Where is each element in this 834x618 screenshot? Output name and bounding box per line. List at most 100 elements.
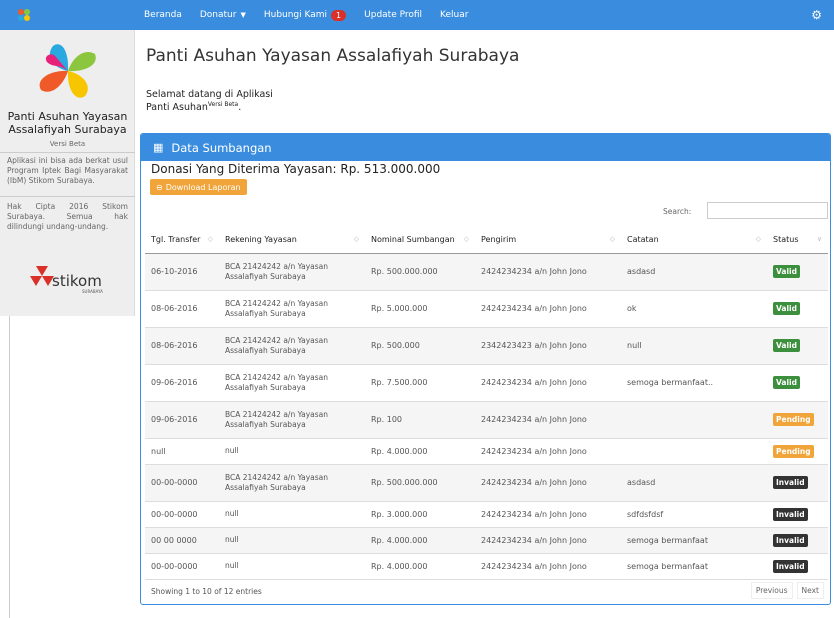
cell-pengirim-text: 2424234234 a/n John Jono [481, 304, 587, 313]
table-body: 06-10-2016 BCA 21424242 a/n Yayasan Assal… [145, 253, 828, 580]
cell-nominal: Rp. 500.000.000 [365, 464, 475, 502]
cell-catatan: asdasd [621, 253, 767, 291]
table-icon: ▦ [153, 141, 164, 154]
flower-logo-icon [39, 44, 96, 98]
cell-rekening-text: null [225, 446, 239, 455]
cell-nominal: Rp. 500.000.000 [365, 253, 475, 291]
status-badge: Valid [773, 265, 800, 278]
cell-nominal: Rp. 4.000.000 [365, 527, 475, 554]
status-badge: Valid [773, 302, 800, 315]
next-page-button[interactable]: Next [796, 582, 824, 599]
cell-pengirim: 2424234234 a/n John Jono [475, 501, 621, 528]
cell-catatan: null [621, 327, 767, 365]
cell-tgl-transfer: 00-00-0000 [145, 464, 219, 502]
sidebar: Panti Asuhan Yayasan Assalafiyah Surabay… [0, 30, 135, 316]
brand-logo[interactable] [0, 0, 135, 30]
cell-tgl-transfer: null [145, 438, 219, 465]
status-badge: Invalid [773, 559, 808, 573]
cell-status: Invalid [767, 527, 828, 554]
cell-rekening-text: BCA 21424242 a/n Yayasan Assalafiyah Sur… [225, 372, 329, 392]
cell-rekening: BCA 21424242 a/n Yayasan Assalafiyah Sur… [219, 290, 365, 328]
status-badge: Pending [773, 444, 814, 458]
cell-nominal-text: Rp. 7.500.000 [371, 378, 428, 387]
table-row: 08-06-2016 BCA 21424242 a/n Yayasan Assal… [145, 290, 828, 328]
sidebar-divider [0, 196, 135, 197]
cell-nominal-text: Rp. 500.000.000 [371, 267, 438, 276]
column-header-status[interactable]: Status ∨ [767, 227, 828, 254]
cell-nominal: Rp. 4.000.000 [365, 553, 475, 580]
cell-nominal: Rp. 4.000.000 [365, 438, 475, 465]
nav-keluar-label: Keluar [440, 10, 469, 20]
cell-pengirim-text: 2342423423 a/n John Jono [481, 341, 587, 350]
cell-rekening: BCA 21424242 a/n Yayasan Assalafiyah Sur… [219, 464, 365, 502]
status-badge: Invalid [773, 533, 808, 547]
cell-tgl-transfer: 09-06-2016 [145, 364, 219, 402]
column-header-nominal[interactable]: Nominal Sumbangan ◇ [365, 227, 475, 254]
download-report-button[interactable]: ⊖ Download Laporan [150, 179, 247, 195]
cell-pengirim-text: 2424234234 a/n John Jono [481, 561, 587, 571]
stikom-logo-subtext: SURABAYA [82, 289, 103, 294]
cell-nominal-text: Rp. 500.000.000 [371, 478, 438, 487]
cell-rekening-text: BCA 21424242 a/n Yayasan Assalafiyah Sur… [225, 298, 329, 318]
gear-icon[interactable]: ⚙ [811, 8, 822, 22]
sort-icon: ◇ [463, 235, 469, 243]
cell-catatan-text: asdasd [627, 478, 656, 487]
cell-rekening: null [219, 553, 365, 580]
page-title: Panti Asuhan Yayasan Assalafiyah Surabay… [146, 46, 520, 66]
cell-tgl-transfer-text: 00-00-0000 [151, 561, 198, 571]
cell-pengirim: 2424234234 a/n John Jono [475, 401, 621, 439]
nav-update-label: Update Profil [364, 10, 423, 20]
cell-tgl-transfer: 08-06-2016 [145, 327, 219, 365]
cell-status: Invalid [767, 553, 828, 580]
cell-nominal-text: Rp. 3.000.000 [371, 509, 428, 519]
cell-catatan-text: null [627, 341, 642, 350]
search-input[interactable] [707, 202, 828, 219]
column-header-catatan[interactable]: Catatan ◇ [621, 227, 767, 254]
nav-donatur-dropdown[interactable]: Donatur ▼ [191, 0, 255, 30]
cell-pengirim-text: 2424234234 a/n John Jono [481, 446, 587, 456]
cell-pengirim-text: 2424234234 a/n John Jono [481, 478, 587, 487]
cell-pengirim: 2424234234 a/n John Jono [475, 527, 621, 554]
cell-status: Valid [767, 253, 828, 291]
cell-pengirim: 2424234234 a/n John Jono [475, 253, 621, 291]
cell-tgl-transfer-text: 00 00 0000 [151, 535, 197, 545]
cell-rekening: null [219, 501, 365, 528]
sort-icon: ◇ [755, 235, 761, 243]
nav-donatur-label: Donatur [199, 10, 237, 20]
panel-heading-label: Data Sumbangan [171, 140, 272, 155]
notification-badge: 1 [331, 9, 347, 21]
nav-update-profil[interactable]: Update Profil [355, 0, 431, 30]
column-header-pengirim[interactable]: Pengirim ◇ [475, 227, 621, 254]
cell-tgl-transfer: 08-06-2016 [145, 290, 219, 328]
table-info: Showing 1 to 10 of 12 entries [151, 587, 262, 596]
cell-tgl-transfer-text: 08-06-2016 [151, 341, 198, 350]
cell-catatan-text: semoga bermanfaat [627, 561, 708, 571]
cell-nominal-text: Rp. 500.000 [371, 341, 420, 350]
table-row: 09-06-2016 BCA 21424242 a/n Yayasan Assal… [145, 364, 828, 402]
flower-logo-icon [18, 9, 30, 21]
data-sumbangan-panel: ▦ Data Sumbangan Donasi Yang Diterima Ya… [140, 133, 831, 605]
nav-beranda[interactable]: Beranda [135, 0, 191, 30]
previous-page-button[interactable]: Previous [750, 582, 793, 599]
nav-hubungi-kami[interactable]: Hubungi Kami 1 [255, 0, 355, 30]
cell-nominal-text: Rp. 5.000.000 [371, 304, 428, 313]
column-header-tgl-transfer[interactable]: Tgl. Transfer ◇ [145, 227, 219, 254]
cell-rekening-text: BCA 21424242 a/n Yayasan Assalafiyah Sur… [225, 335, 329, 355]
stikom-logo-text: stikom [52, 272, 102, 290]
cell-catatan: semoga bermanfaat.. [621, 364, 767, 402]
nav-keluar[interactable]: Keluar [431, 0, 477, 30]
table-row: 08-06-2016 BCA 21424242 a/n Yayasan Assal… [145, 327, 828, 365]
cell-status: Valid [767, 290, 828, 328]
column-header-rekening[interactable]: Rekening Yayasan ◇ [219, 227, 365, 254]
cell-rekening-text: null [225, 535, 239, 544]
cell-tgl-transfer: 00-00-0000 [145, 501, 219, 528]
table-row: 00-00-0000 BCA 21424242 a/n Yayasan Assal… [145, 464, 828, 502]
cell-rekening: BCA 21424242 a/n Yayasan Assalafiyah Sur… [219, 327, 365, 365]
cell-tgl-transfer: 00 00 0000 [145, 527, 219, 554]
cell-pengirim-text: 2424234234 a/n John Jono [481, 535, 587, 545]
cell-catatan: sdfdsfdsf [621, 501, 767, 528]
cell-pengirim: 2424234234 a/n John Jono [475, 290, 621, 328]
cell-pengirim: 2424234234 a/n John Jono [475, 438, 621, 465]
cell-tgl-transfer-text: 06-10-2016 [151, 267, 198, 276]
cell-tgl-transfer-text: 09-06-2016 [151, 378, 198, 387]
